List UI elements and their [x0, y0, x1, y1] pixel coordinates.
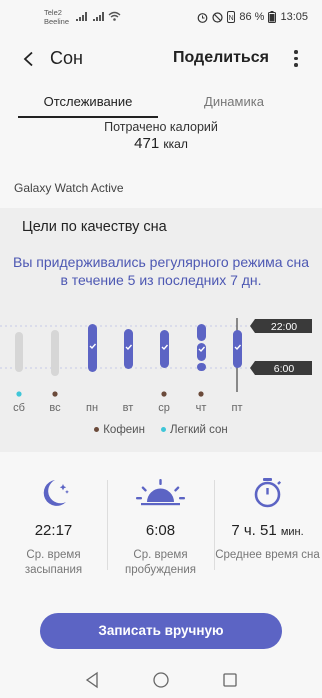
day-label: чт [196, 402, 207, 414]
moon-icon [43, 480, 69, 506]
app-bar: Сон Поделиться [0, 34, 322, 84]
tab-trends-label: Динамика [204, 94, 264, 109]
bar-fri [233, 330, 242, 368]
more-options-icon[interactable] [290, 48, 302, 70]
calories-value: 471 [134, 135, 160, 152]
signal-icon-2 [93, 12, 104, 21]
goal-start-text: 22:00 [271, 321, 297, 333]
page-title: Сон [50, 48, 83, 68]
stat-wake-value: 6:08 [145, 522, 176, 539]
goal-start-badge: 22:00 [250, 319, 312, 333]
day-label: вт [123, 402, 134, 414]
battery-percent: 86 % [239, 11, 265, 23]
bar-wed [160, 330, 169, 368]
stat-wake: 6:08 Ср. время пробуждения [107, 452, 214, 597]
chart-legend: Кофеин Легкий сон [0, 424, 322, 436]
record-manually-button[interactable]: Записать вручную [40, 613, 282, 649]
day-label: пт [232, 402, 243, 414]
legend-caffeine: Кофеин [103, 424, 145, 436]
wifi-icon [108, 11, 121, 21]
clock: 13:05 [280, 11, 308, 23]
goal-end-badge: 6:00 [250, 361, 312, 375]
bar-thu [197, 324, 206, 371]
stat-duration-value: 7 ч. 51 [231, 522, 277, 539]
sunrise-icon [136, 479, 185, 506]
share-button[interactable]: Поделиться [173, 49, 269, 67]
light-sleep-legend-dot [160, 427, 166, 432]
caffeine-marker-sun [52, 391, 58, 397]
sleep-chart: 22:00 6:00 сб вс пн вт ср чт пт [0, 318, 312, 414]
carrier-info: Tele2 Beeline [44, 8, 70, 26]
stopwatch-icon [254, 478, 282, 508]
tab-bar: Отслеживание Динамика [0, 88, 322, 118]
day-label: вс [49, 402, 61, 414]
signal-icon [76, 12, 87, 21]
caffeine-marker-wed [161, 391, 167, 397]
day-label: пн [86, 402, 98, 414]
legend-light-sleep: Легкий сон [169, 424, 228, 436]
stat-duration-unit: мин. [280, 526, 304, 538]
light-sleep-marker-sat [16, 391, 22, 397]
back-button[interactable] [14, 46, 42, 72]
carrier-2: Beeline [44, 16, 70, 26]
sleep-goals-card: Цели по качеству сна Вы придерживались р… [0, 208, 322, 452]
goals-message: Вы придерживались регулярного режима сна… [13, 254, 309, 288]
stat-wake-label: Ср. время пробуждения [124, 549, 197, 576]
stat-duration-label: Среднее время сна [215, 549, 320, 561]
alarm-icon [197, 12, 208, 23]
status-bar: Tele2 Beeline N 86 % 13:05 [0, 0, 322, 34]
calories-value-row: 471 ккал [0, 135, 322, 152]
back-arrow-icon [23, 51, 33, 67]
bar-sun [51, 330, 59, 376]
dnd-icon [212, 11, 223, 23]
day-label: сб [13, 402, 25, 414]
stat-duration-value-row: 7 ч. 51 мин. [214, 522, 321, 539]
nav-home-icon[interactable] [151, 670, 171, 690]
nav-recents-icon[interactable] [220, 670, 240, 690]
stat-bedtime-label: Ср. время засыпания [24, 549, 83, 576]
calories-label: Потрачено калорий [104, 120, 218, 134]
caffeine-marker-thu [198, 391, 204, 397]
bar-tue [124, 329, 133, 369]
bar-mon [88, 324, 97, 372]
system-nav-bar [0, 660, 322, 698]
stat-duration: 7 ч. 51 мин. Среднее время сна [214, 452, 321, 597]
device-name: Galaxy Watch Active [14, 181, 124, 195]
svg-text:N: N [229, 15, 234, 22]
battery-icon [268, 11, 277, 23]
tab-tracking-label: Отслеживание [43, 94, 133, 109]
tab-indicator [18, 116, 158, 118]
status-right: N 86 % 13:05 [197, 11, 308, 23]
stat-bedtime: 22:17 Ср. время засыпания [0, 452, 107, 597]
tab-trends[interactable]: Динамика [160, 88, 308, 118]
goals-title: Цели по качеству сна [22, 219, 167, 235]
stat-bedtime-value: 22:17 [34, 522, 73, 539]
goal-end-text: 6:00 [274, 363, 295, 375]
calories-unit: ккал [163, 137, 188, 151]
nav-back-icon[interactable] [82, 670, 102, 690]
caffeine-legend-dot [94, 427, 100, 432]
sleep-stats: 22:17 Ср. время засыпания 6:08 Ср. время… [0, 452, 322, 597]
day-label: ср [158, 402, 170, 414]
tab-tracking[interactable]: Отслеживание [18, 88, 158, 118]
bar-sat [15, 332, 23, 372]
nfc-icon: N [227, 11, 236, 23]
